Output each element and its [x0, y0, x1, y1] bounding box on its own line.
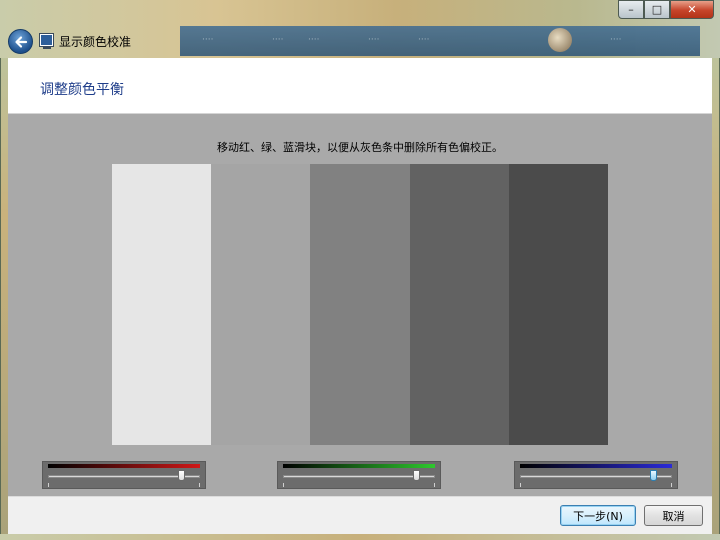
gray-bar-5 — [508, 164, 609, 445]
slider-tick-mark — [520, 483, 521, 487]
blue-slider[interactable] — [514, 461, 678, 489]
gray-bar-4 — [409, 164, 509, 445]
slider-tick-mark — [671, 483, 672, 487]
gray-bar-3 — [310, 164, 410, 445]
slider-tick-mark — [434, 483, 435, 487]
slider-tick-mark — [199, 483, 200, 487]
back-button[interactable] — [8, 29, 33, 54]
cancel-button[interactable]: 取消 — [644, 505, 703, 526]
page-title: 调整颜色平衡 — [40, 82, 124, 98]
window-controls: – □ ✕ — [618, 0, 714, 20]
maximize-icon: □ — [651, 3, 663, 16]
red-slider[interactable] — [42, 461, 206, 489]
green-slider[interactable] — [277, 461, 441, 489]
green-slider-thumb[interactable] — [413, 470, 420, 481]
red-gradient-track — [48, 464, 200, 468]
close-button[interactable]: ✕ — [670, 0, 714, 19]
slider-tick-mark — [48, 483, 49, 487]
gray-bars — [112, 164, 609, 445]
next-button-label: 下一步(N) — [573, 509, 623, 523]
footer-bar: 下一步(N) 取消 — [8, 496, 712, 534]
gray-bar-1 — [112, 164, 212, 445]
instruction-text: 移动红、绿、蓝滑块，以便从灰色条中删除所有色偏校正。 — [217, 141, 503, 154]
window-title: 显示颜色校准 — [59, 35, 132, 49]
slider-tick-mark — [283, 483, 284, 487]
page-header: 调整颜色平衡 — [8, 58, 712, 114]
green-gradient-track — [283, 464, 435, 468]
back-arrow-icon — [14, 35, 27, 48]
background-avatar — [548, 28, 572, 52]
minimize-icon: – — [628, 3, 634, 16]
calibration-panel: 移动红、绿、蓝滑块，以便从灰色条中删除所有色偏校正。 — [8, 114, 712, 496]
background-browser-strip: ···· ···· ···· ···· ···· ···· — [180, 26, 700, 56]
red-slider-thumb[interactable] — [178, 470, 185, 481]
next-button[interactable]: 下一步(N) — [560, 505, 636, 526]
maximize-button[interactable]: □ — [644, 0, 670, 19]
monitor-icon — [40, 34, 53, 46]
blue-slider-thumb[interactable] — [650, 470, 657, 481]
window-bottom-edge — [0, 534, 720, 540]
gray-bar-2 — [211, 164, 311, 445]
monitor-icon-stand — [43, 47, 51, 49]
cancel-button-label: 取消 — [662, 509, 685, 523]
minimize-button[interactable]: – — [618, 0, 644, 19]
close-icon: ✕ — [687, 3, 697, 16]
blue-gradient-track — [520, 464, 672, 468]
